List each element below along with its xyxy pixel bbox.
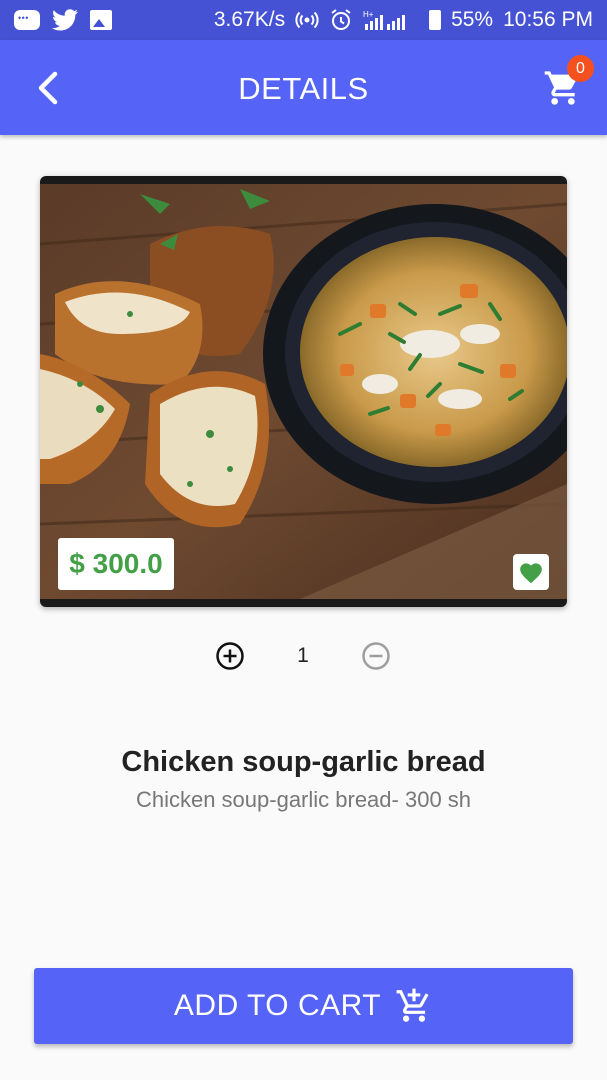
hotspot-icon <box>295 8 319 32</box>
image-icon <box>90 10 112 30</box>
clock: 10:56 PM <box>503 8 593 31</box>
battery-percent: 55% <box>451 8 494 31</box>
network-speed: 3.67K/s <box>213 8 286 31</box>
twitter-icon <box>52 9 78 31</box>
product-name: Chicken soup-garlic bread <box>121 746 486 778</box>
status-bar: 3.67K/s H+ 55% 10:56 PM <box>0 0 607 40</box>
add-to-cart-button[interactable]: ADD TO CART <box>34 968 573 1044</box>
quantity-value: 1 <box>297 644 309 667</box>
cart-count-badge: 0 <box>567 55 594 82</box>
svg-text:H+: H+ <box>363 10 374 19</box>
message-icon <box>14 10 40 30</box>
price-tag: $ 300.0 <box>58 538 174 590</box>
product-card: $ 300.0 <box>40 176 567 607</box>
quantity-stepper: 1 <box>0 638 607 674</box>
page-title: DETAILS <box>238 71 369 106</box>
heart-icon <box>520 563 542 584</box>
signal-icon: H+ <box>363 9 419 31</box>
plus-circle-icon <box>216 642 244 670</box>
battery-icon <box>429 10 442 30</box>
increase-quantity-button[interactable] <box>214 640 246 672</box>
product-description: Chicken soup-garlic bread- 300 sh <box>135 787 472 812</box>
minus-circle-icon <box>362 642 390 670</box>
app-bar: DETAILS <box>0 40 607 135</box>
decrease-quantity-button[interactable] <box>360 640 392 672</box>
add-shopping-cart-icon <box>396 988 429 1022</box>
alarm-icon <box>329 8 353 32</box>
product-image <box>40 184 567 599</box>
add-to-cart-label: ADD TO CART <box>173 989 382 1022</box>
favorite-button[interactable] <box>513 554 549 590</box>
